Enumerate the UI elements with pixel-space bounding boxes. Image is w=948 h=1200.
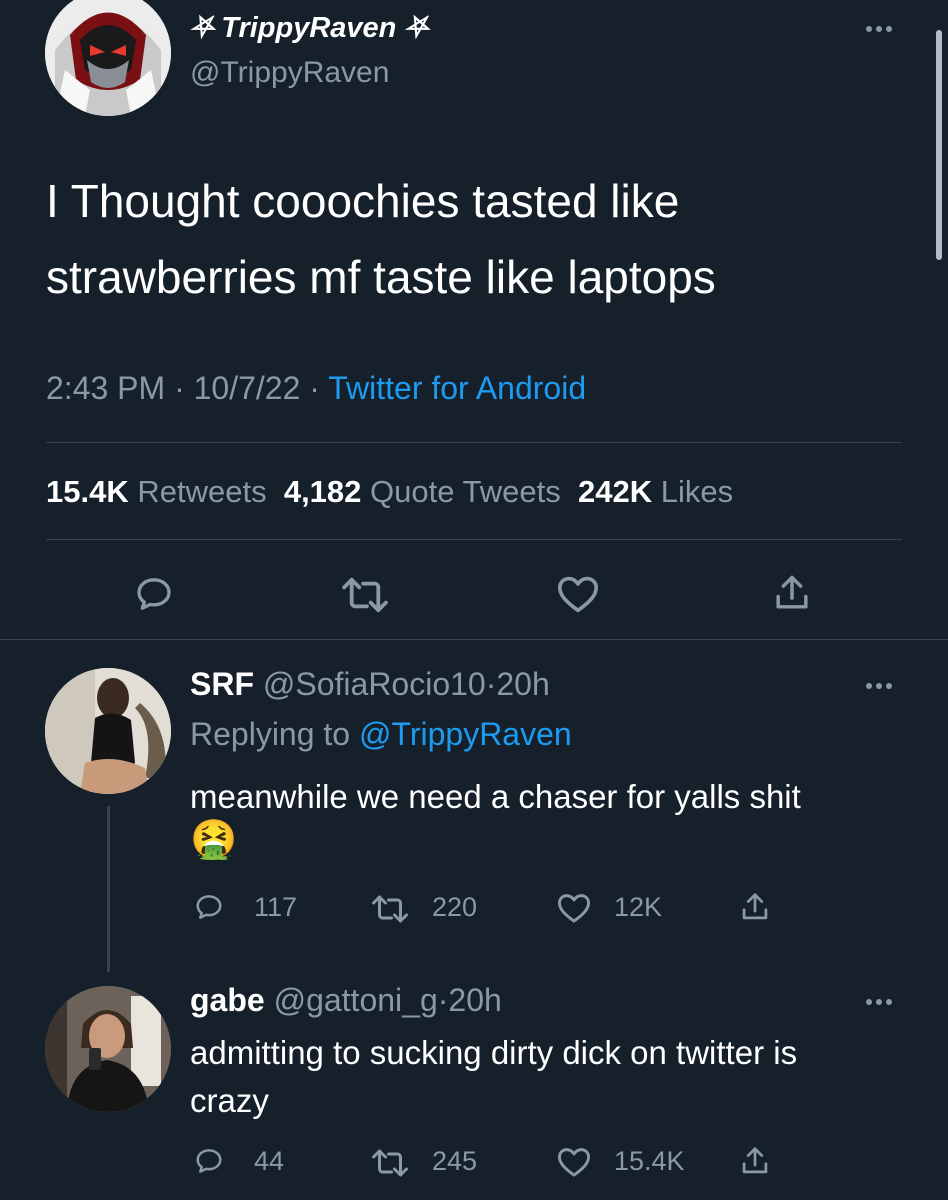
tweet-meta: 2:43 PM · 10/7/22 · Twitter for Android [46,370,586,407]
reply-icon[interactable] [193,1146,225,1176]
tweet-date[interactable]: 10/7/22 [194,370,301,406]
more-icon[interactable] [866,999,892,1005]
retweet-icon[interactable] [340,576,390,614]
meta-dot: · [174,370,185,406]
meta-dot: · [309,370,320,406]
replying-to-link[interactable]: @TrippyRaven [359,716,572,752]
more-icon[interactable] [866,26,892,32]
reply-avatar[interactable] [45,668,171,794]
reply-text-line-1: meanwhile we need a chaser for yalls shi… [190,778,801,815]
reply-icon[interactable] [133,574,175,614]
tweet-stats: 15.4K Retweets 4,182 Quote Tweets 242K L… [46,474,733,510]
meta-dot: · [485,666,497,702]
replying-to: Replying to @TrippyRaven [190,716,572,752]
reply-header: SRF @SofiaRocio10·20h [190,666,550,703]
meta-dot: · [437,982,449,1018]
main-handle[interactable]: @TrippyRaven [190,56,389,90]
like-count: 12K [614,892,663,922]
tweet-source-link[interactable]: Twitter for Android [328,370,586,406]
reply-time[interactable]: 20h [496,666,549,702]
reply-handle[interactable]: @SofiaRocio10 [263,666,486,702]
likes-stat[interactable]: 242K Likes [578,474,733,509]
reply-count: 44 [254,1146,285,1176]
main-display-name[interactable]: ⛧ TrippyRaven ⛧ [190,12,428,45]
divider [46,539,902,540]
reply-icon[interactable] [193,892,225,922]
like-count: 15.4K [614,1146,685,1176]
reply-header: gabe @gattoni_g·20h [190,982,502,1019]
reply-time[interactable]: 20h [448,982,501,1018]
tweet-text-line-1: I Thought cooochies tasted like [46,175,680,227]
thread-line [107,806,110,972]
retweet-icon[interactable] [370,1148,410,1178]
display-name-text: TrippyRaven [221,12,397,44]
like-icon[interactable] [556,892,592,924]
reply-display-name[interactable]: gabe [190,982,265,1018]
reply-text-line-1: admitting to sucking dirty dick on twitt… [190,1034,798,1071]
share-icon[interactable] [740,1144,770,1178]
quotes-stat[interactable]: 4,182 Quote Tweets [284,474,561,509]
like-icon[interactable] [555,574,601,614]
reply-display-name[interactable]: SRF [190,666,254,702]
tweet-text-line-2: strawberries mf taste like laptops [46,251,716,303]
vomit-emoji: 🤮 [190,819,238,861]
share-icon[interactable] [740,890,770,924]
pentagram-icon: ⛧ [190,12,214,44]
main-avatar[interactable] [45,0,171,116]
reply-count: 117 [254,892,298,922]
pentagram-icon: ⛧ [404,12,428,44]
retweet-icon[interactable] [370,894,410,924]
like-icon[interactable] [556,1146,592,1178]
reply-text-line-2: crazy [190,1082,269,1119]
reply-handle[interactable]: @gattoni_g [274,982,438,1018]
retweet-count: 245 [432,1146,478,1176]
divider [0,639,948,640]
reply-avatar[interactable] [45,986,171,1112]
retweets-stat[interactable]: 15.4K Retweets [46,474,267,509]
scrollbar[interactable] [936,30,942,260]
share-icon[interactable] [773,572,811,614]
retweet-count: 220 [432,892,478,922]
divider [46,442,902,443]
more-icon[interactable] [866,683,892,689]
tweet-time[interactable]: 2:43 PM [46,370,165,406]
